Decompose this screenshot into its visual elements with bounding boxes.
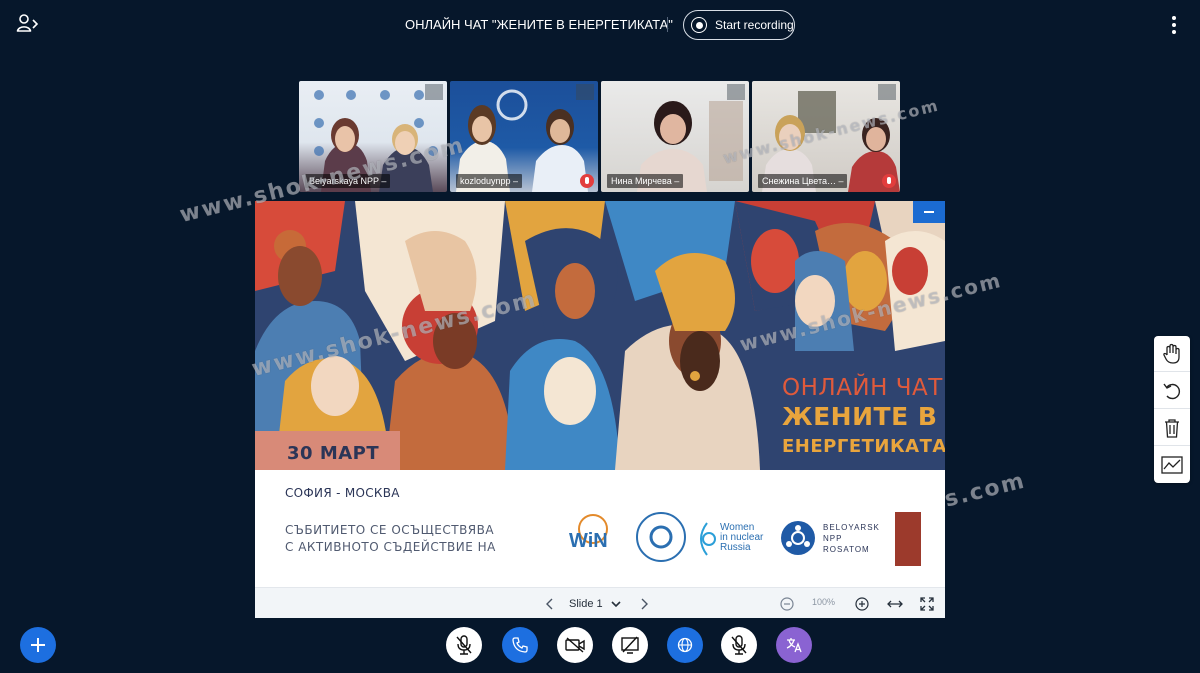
chevron-down-icon	[611, 600, 621, 607]
record-icon	[691, 17, 707, 33]
users-toggle-button[interactable]	[16, 12, 42, 36]
presentation-area[interactable]: 30 МАРТ ОНЛАЙН ЧАТ ЖЕНИТЕ В ЕНЕРГЕТИКАТА…	[255, 201, 945, 618]
whiteboard-toolbar	[1154, 336, 1190, 483]
multi-user-icon	[1161, 456, 1183, 474]
zoom-in-icon	[855, 596, 869, 611]
slide-heading-line1: ОНЛАЙН ЧАТ	[782, 375, 943, 401]
language-button[interactable]	[667, 627, 703, 663]
clear-all-button[interactable]	[1154, 410, 1190, 446]
slide-select-label: Slide 1	[569, 597, 603, 610]
globe-icon	[677, 637, 693, 653]
presentation-toolbar: Slide 1 100%	[255, 587, 945, 618]
translate-icon	[786, 638, 802, 653]
webcam-name: Belyarskaya NPP –	[305, 174, 391, 188]
zoom-level: 100%	[812, 597, 836, 607]
rosatom-logo	[780, 520, 816, 556]
fit-width-button[interactable]	[885, 588, 905, 619]
actions-button[interactable]	[20, 627, 56, 663]
options-menu-button[interactable]	[1166, 14, 1182, 36]
minimize-presentation-button[interactable]	[913, 201, 945, 223]
start-recording-button[interactable]: Start recording	[683, 10, 795, 40]
meeting-title: ОНЛАЙН ЧАТ "ЖЕНИТЕ В ЕНЕРГЕТИКАТА"	[405, 17, 673, 32]
slide-select[interactable]: Slide 1	[569, 594, 621, 613]
slide-date: 30 МАРТ	[287, 443, 380, 464]
beloyarsk-logo-line1: BELOYARSK	[823, 523, 880, 532]
expand-icon[interactable]	[727, 84, 745, 100]
webcam-name: Нина Мирчева –	[607, 174, 684, 188]
top-bar: ОНЛАЙН ЧАТ "ЖЕНИТЕ В ЕНЕРГЕТИКАТА" Start…	[0, 0, 1200, 50]
webcam-name: Снежина Цвета… –	[758, 174, 848, 188]
phone-icon	[512, 637, 528, 653]
muted-mic-icon	[882, 174, 896, 188]
beloyarsk-logo-line2: NPP	[823, 534, 843, 543]
next-slide-button[interactable]	[635, 588, 653, 619]
win-logo-text: WiN	[569, 530, 608, 552]
hand-icon	[1163, 343, 1180, 364]
more-vertical-icon	[1172, 16, 1176, 20]
leave-audio-button[interactable]	[502, 627, 538, 663]
trash-icon	[1165, 418, 1179, 438]
win-logo: WiN	[563, 509, 621, 565]
share-webcam-button[interactable]	[557, 627, 593, 663]
slide-cities: СОФИЯ - МОСКВА	[285, 486, 400, 500]
chevron-left-icon	[546, 598, 553, 609]
interpreter-mute-button[interactable]	[721, 627, 757, 663]
expand-icon[interactable]	[576, 84, 594, 100]
record-label: Start recording	[715, 18, 794, 32]
zoom-in-button[interactable]	[852, 588, 872, 619]
translate-button[interactable]	[776, 627, 812, 663]
fit-width-icon	[887, 600, 903, 607]
women-in-nuclear-russia-logo	[697, 519, 719, 559]
slide-support-line1: СЪБИТИЕТО СЕ ОСЪЩЕСТВЯВА	[285, 523, 495, 537]
webcam-tile-1[interactable]: Belyarskaya NPP –	[299, 81, 447, 192]
multi-user-button[interactable]	[1154, 447, 1190, 483]
watermark: s.com	[942, 468, 1029, 513]
previous-slide-button[interactable]	[541, 588, 559, 619]
divider	[667, 17, 668, 32]
pan-tool-button[interactable]	[1154, 336, 1190, 372]
microphone-muted-icon	[456, 635, 472, 655]
slide-support-line2: С АКТИВНОТО СЪДЕЙСТВИЕ НА	[285, 540, 496, 554]
slide-illustration: 30 МАРТ ОНЛАЙН ЧАТ ЖЕНИТЕ В ЕНЕРГЕТИКАТА	[255, 201, 945, 470]
expand-icon[interactable]	[425, 84, 443, 100]
slide-heading-line3: ЕНЕРГЕТИКАТА	[782, 436, 945, 457]
plus-icon	[31, 638, 45, 652]
undo-icon	[1163, 383, 1181, 399]
zoom-out-icon	[780, 596, 794, 611]
screenshare-off-icon	[621, 636, 639, 654]
chevron-right-icon	[641, 598, 648, 609]
fullscreen-button[interactable]	[917, 588, 937, 619]
webcam-tile-2[interactable]: kozloduynpp –	[450, 81, 598, 192]
users-toggle-icon	[16, 14, 39, 32]
fullscreen-icon	[920, 596, 934, 611]
camera-off-icon	[565, 637, 585, 653]
unmute-button[interactable]	[446, 627, 482, 663]
beloyarsk-logo-line3: ROSATOM	[823, 545, 870, 554]
webcam-tile-3[interactable]: Нина Мирчева –	[601, 81, 749, 192]
expand-icon[interactable]	[878, 84, 896, 100]
zoom-out-button[interactable]	[777, 588, 797, 619]
webcam-name: kozloduynpp –	[456, 174, 523, 188]
women-logo-line3: Russia	[720, 542, 751, 553]
share-screen-button[interactable]	[612, 627, 648, 663]
microphone-muted-icon	[731, 635, 747, 655]
partner-logo	[895, 512, 921, 566]
women-in-energy-logo	[635, 511, 687, 563]
webcam-tile-4[interactable]: Снежина Цвета… –	[752, 81, 900, 192]
muted-mic-icon	[580, 174, 594, 188]
undo-button[interactable]	[1154, 373, 1190, 409]
slide-heading-line2: ЖЕНИТЕ В	[782, 402, 938, 431]
